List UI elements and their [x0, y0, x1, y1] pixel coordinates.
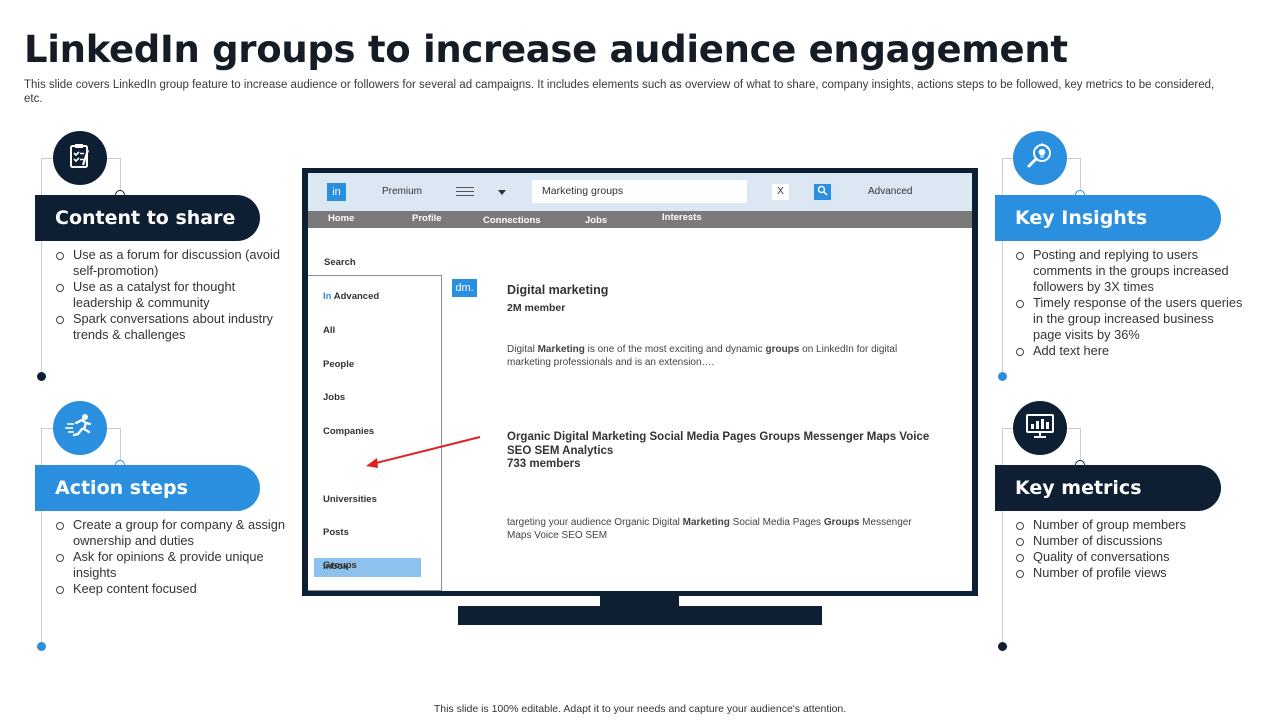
connector-line: [1002, 158, 1003, 376]
content-icon-circle: [53, 131, 107, 185]
connector-line: [1067, 158, 1080, 159]
list-item: Keep content focused: [55, 581, 290, 597]
insights-icon-circle: [1013, 131, 1067, 185]
connector-line: [41, 428, 53, 429]
action-steps-heading: Action steps: [35, 465, 260, 511]
slide-footer: This slide is 100% editable. Adapt it to…: [433, 703, 847, 715]
list-item: Quality of conversations: [1015, 549, 1245, 565]
list-item: Number of discussions: [1015, 533, 1245, 549]
connector-line: [41, 158, 42, 376]
end-dot: [37, 642, 46, 651]
content-to-share-list: Use as a forum for discussion (avoid sel…: [55, 247, 290, 343]
end-dot: [37, 372, 46, 381]
connector-line: [1080, 428, 1081, 464]
list-item: Posting and replying to users comments i…: [1015, 247, 1245, 295]
slide-title: LinkedIn groups to increase audience eng…: [24, 28, 1068, 71]
connector-line: [1067, 428, 1080, 429]
content-to-share-heading: Content to share: [35, 195, 260, 241]
pointer-arrow: [366, 436, 481, 468]
action-icon-circle: [53, 401, 107, 455]
list-item: Create a group for company & assign owne…: [55, 517, 290, 549]
connector-line: [41, 158, 53, 159]
clipboard-checklist-icon: [65, 141, 95, 176]
monitor-chart-icon: [1024, 411, 1056, 446]
list-item: Number of group members: [1015, 517, 1245, 533]
key-metrics-list: Number of group members Number of discus…: [1015, 517, 1245, 581]
connector-line: [107, 428, 120, 429]
monitor-base: [458, 606, 822, 625]
monitor-neck: [600, 596, 679, 606]
list-item: Add text here: [1015, 343, 1245, 359]
metrics-icon-circle: [1013, 401, 1067, 455]
connector-line: [120, 428, 121, 464]
list-item: Ask for opinions & provide unique insigh…: [55, 549, 290, 581]
key-metrics-heading: Key metrics: [995, 465, 1221, 511]
connector-line: [41, 428, 42, 646]
list-item: Timely response of the users queries in …: [1015, 295, 1245, 343]
running-person-icon: [64, 411, 96, 446]
lightbulb-search-icon: [1025, 141, 1055, 176]
key-insights-heading: Key Insights: [995, 195, 1221, 241]
connector-line: [1002, 428, 1003, 646]
end-dot: [998, 372, 1007, 381]
connector-line: [107, 158, 120, 159]
action-steps-list: Create a group for company & assign owne…: [55, 517, 290, 597]
linkedin-screen: in Premium Marketing groups X Advanced H…: [308, 173, 972, 591]
list-item: Use as a forum for discussion (avoid sel…: [55, 247, 290, 279]
slide-subtitle: This slide covers LinkedIn group feature…: [24, 79, 1215, 105]
connector-line: [120, 158, 121, 194]
list-item: Spark conversations about industry trend…: [55, 311, 290, 343]
end-dot: [998, 642, 1007, 651]
key-insights-list: Posting and replying to users comments i…: [1015, 247, 1245, 359]
connector-line: [1080, 158, 1081, 194]
list-item: Number of profile views: [1015, 565, 1245, 581]
list-item: Use as a catalyst for thought leadership…: [55, 279, 290, 311]
